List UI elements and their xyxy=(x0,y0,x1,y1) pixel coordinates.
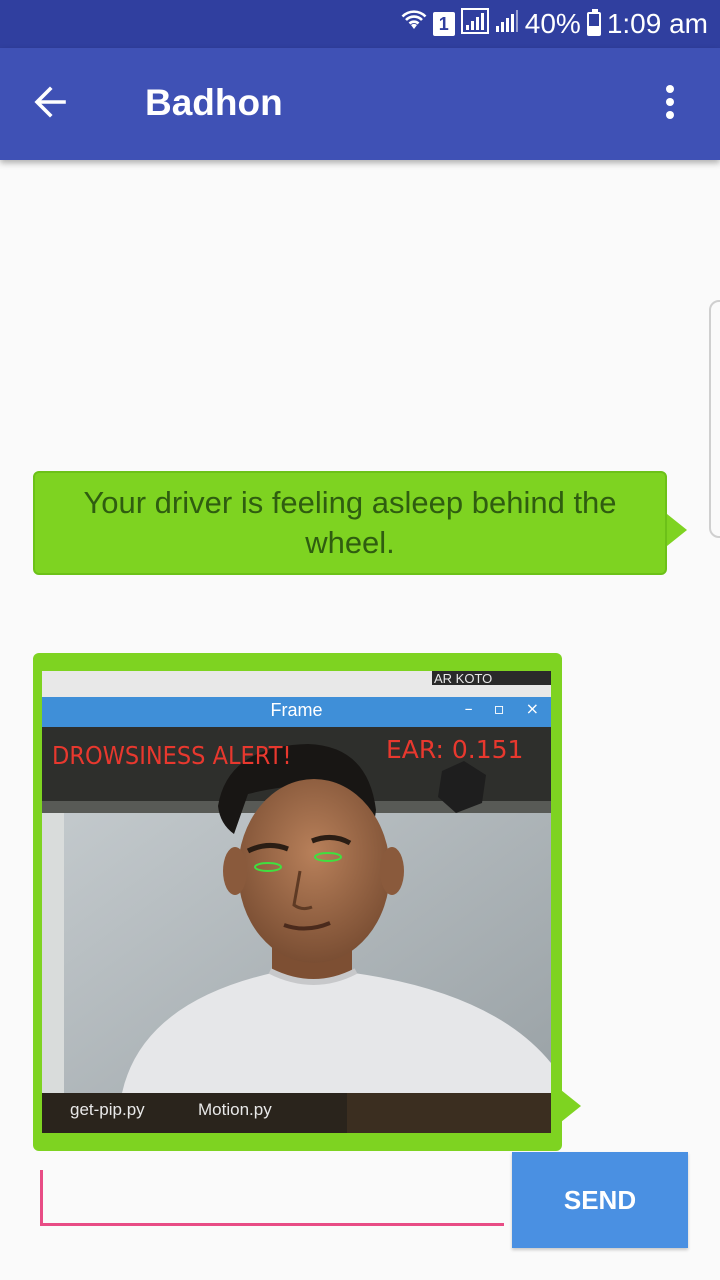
chat-screen: 1 40% 1:09 am Badhon Your driver is feel… xyxy=(0,0,720,1280)
message-input[interactable] xyxy=(40,1170,504,1226)
taskbar-item: Motion.py xyxy=(198,1100,272,1119)
message-bubble-text[interactable]: Your driver is feeling asleep behind the… xyxy=(33,471,667,575)
bubble-tail xyxy=(667,514,687,546)
status-icons: 1 40% 1:09 am xyxy=(401,7,708,41)
conversation-title: Badhon xyxy=(145,82,283,123)
ear-value-text: EAR: 0.151 xyxy=(386,735,524,764)
edge-panel-handle[interactable] xyxy=(709,300,720,538)
signal-icon-2 xyxy=(495,8,519,40)
send-button[interactable]: SEND xyxy=(512,1152,688,1248)
message-bubble-image[interactable]: AR KOTO Frame – ▫ × DROWSINESS ALERT! EA… xyxy=(33,653,562,1151)
back-button[interactable] xyxy=(22,76,78,132)
message-photo[interactable]: AR KOTO Frame – ▫ × DROWSINESS ALERT! EA… xyxy=(42,671,551,1133)
bubble-tail xyxy=(561,1090,581,1122)
more-vertical-icon xyxy=(664,84,676,125)
clock: 1:09 am xyxy=(606,8,708,39)
sim-badge: 1 xyxy=(432,12,455,36)
battery-icon xyxy=(586,9,601,36)
arrow-back-icon xyxy=(32,84,68,125)
message-text: Your driver is feeling asleep behind the… xyxy=(83,485,617,560)
battery-percent: 40% xyxy=(524,8,581,39)
drowsiness-alert-text: DROWSINESS ALERT! xyxy=(52,741,292,770)
app-bar: Badhon xyxy=(0,48,720,160)
wifi-icon xyxy=(401,8,427,40)
signal-icon xyxy=(460,7,489,41)
frame-window-controls: – ▫ × xyxy=(464,699,547,718)
overflow-menu-button[interactable] xyxy=(646,80,694,128)
photo-corner-text: AR KOTO xyxy=(434,671,493,686)
taskbar-item: get-pip.py xyxy=(70,1100,145,1119)
status-bar: 1 40% 1:09 am xyxy=(0,0,720,48)
